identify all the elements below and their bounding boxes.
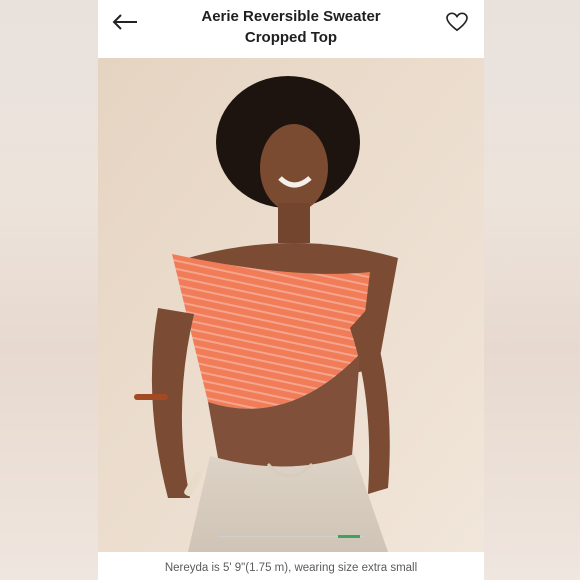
arrow-left-icon (112, 14, 137, 30)
page-title: Aerie Reversible Sweater Cropped Top (158, 6, 424, 48)
favorite-button[interactable] (442, 8, 472, 36)
blurred-background-right (482, 0, 580, 580)
heart-outline-icon (446, 12, 468, 32)
product-photo[interactable] (98, 58, 484, 552)
pager-active-indicator (338, 535, 360, 538)
product-screen: Aerie Reversible Sweater Cropped Top Ner… (98, 0, 484, 580)
title-line-1: Aerie Reversible Sweater (201, 8, 381, 25)
header: Aerie Reversible Sweater Cropped Top (98, 0, 484, 58)
title-line-2: Cropped Top (244, 29, 338, 46)
blurred-background-left (0, 0, 98, 580)
image-pager[interactable] (98, 535, 484, 538)
model-size-caption: Nereyda is 5' 9"(1.75 m), wearing size e… (164, 562, 418, 574)
product-photo-illustration (98, 58, 484, 552)
back-button[interactable] (110, 8, 140, 36)
